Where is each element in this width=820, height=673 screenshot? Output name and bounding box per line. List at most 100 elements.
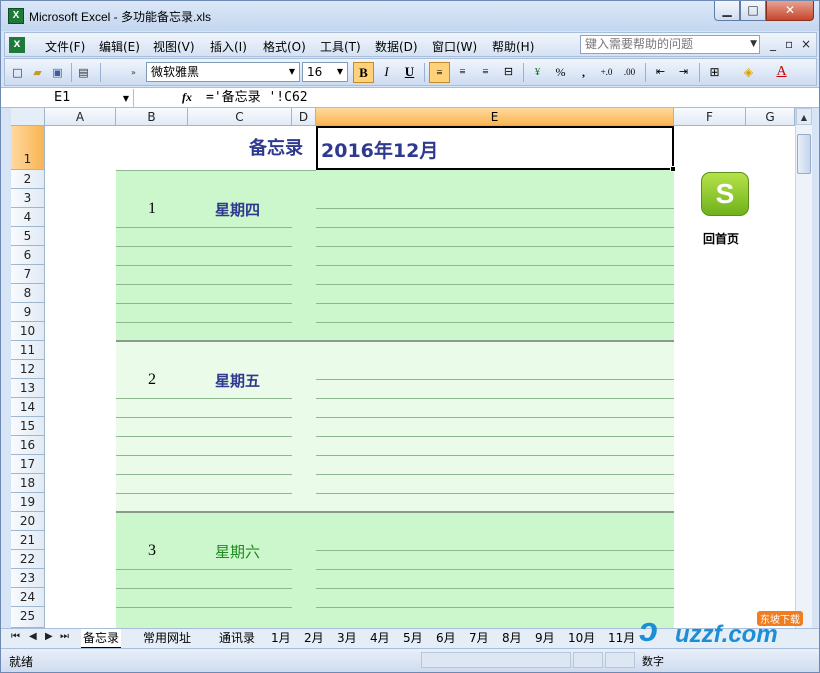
row-header-16[interactable]: 16 (11, 436, 45, 455)
row-header-20[interactable]: 20 (11, 512, 45, 531)
menu-data[interactable]: 数据(D) (375, 38, 418, 55)
menu-insert[interactable]: 插入(I) (210, 38, 247, 55)
toolbar-options-icon[interactable]: » (125, 64, 142, 81)
chevron-down-icon[interactable]: ▼ (286, 63, 298, 81)
row-header-17[interactable]: 17 (11, 455, 45, 474)
row-header-24[interactable]: 24 (11, 588, 45, 607)
align-left-icon[interactable]: ≡ (429, 62, 450, 83)
menu-edit[interactable]: 编辑(E) (99, 38, 140, 55)
day-number[interactable]: 1 (148, 200, 156, 218)
doc-close-button[interactable]: × (801, 37, 811, 51)
align-right-icon[interactable]: ≡ (475, 62, 496, 83)
menu-format[interactable]: 格式(O) (263, 38, 306, 55)
borders-icon[interactable]: ⊞ (704, 62, 725, 83)
row-header-13[interactable]: 13 (11, 379, 45, 398)
maximize-button[interactable]: □ (740, 1, 766, 21)
help-search-input[interactable]: 键入需要帮助的问题 ▼ (580, 35, 760, 54)
fill-color-icon[interactable]: ◈ (738, 62, 759, 83)
row-header-23[interactable]: 23 (11, 569, 45, 588)
sheet-tab-month[interactable]: 11月 (606, 629, 637, 648)
increase-indent-icon[interactable]: ⇥ (673, 62, 694, 83)
font-name-select[interactable]: 微软雅黑 ▼ (146, 62, 300, 82)
row-header-1[interactable]: 1 (11, 126, 45, 170)
weekday-label[interactable]: 星期四 (215, 199, 260, 220)
decrease-indent-icon[interactable]: ⇤ (650, 62, 671, 83)
menu-view[interactable]: 视图(V) (153, 38, 195, 55)
scroll-up-icon[interactable]: ▲ (796, 108, 812, 125)
font-color-icon[interactable]: A (771, 62, 792, 83)
row-header-18[interactable]: 18 (11, 474, 45, 493)
name-box[interactable]: E1 ▼ (6, 89, 134, 107)
row-header-9[interactable]: 9 (11, 303, 45, 322)
menu-help[interactable]: 帮助(H) (492, 38, 534, 55)
comma-button[interactable]: , (573, 62, 594, 83)
row-header-11[interactable]: 11 (11, 341, 45, 360)
row-header-8[interactable]: 8 (11, 284, 45, 303)
row-header-21[interactable]: 21 (11, 531, 45, 550)
menu-tools[interactable]: 工具(T) (320, 38, 361, 55)
align-center-icon[interactable]: ≡ (452, 62, 473, 83)
fill-handle[interactable] (670, 166, 676, 172)
last-sheet-icon[interactable]: ⏭ (60, 631, 69, 642)
s-home-icon[interactable]: S (701, 172, 749, 216)
row-header-3[interactable]: 3 (11, 189, 45, 208)
document-icon[interactable]: X (9, 37, 25, 53)
doc-minimize-button[interactable]: _ (770, 37, 776, 51)
decrease-decimal-button[interactable]: .00 (619, 62, 640, 83)
select-all-corner[interactable] (11, 108, 45, 126)
row-header-7[interactable]: 7 (11, 265, 45, 284)
day-number[interactable]: 2 (148, 371, 156, 389)
bold-button[interactable]: B (353, 62, 374, 83)
menu-window[interactable]: 窗口(W) (432, 38, 477, 55)
row-header-22[interactable]: 22 (11, 550, 45, 569)
column-header-a[interactable]: A (45, 108, 116, 126)
percent-button[interactable]: % (550, 62, 571, 83)
scroll-thumb[interactable] (797, 134, 811, 174)
home-link[interactable]: 回首页 (703, 230, 739, 247)
weekday-label[interactable]: 星期六 (215, 541, 260, 562)
column-header-g[interactable]: G (746, 108, 795, 126)
sheet-tab-month[interactable]: 8月 (500, 629, 524, 648)
save-icon[interactable]: ▣ (49, 64, 66, 81)
underline-button[interactable]: U (399, 62, 420, 83)
row-header-14[interactable]: 14 (11, 398, 45, 417)
italic-button[interactable]: I (376, 62, 397, 83)
sheet-tab-month[interactable]: 2月 (302, 629, 326, 648)
chevron-down-icon[interactable]: ▼ (750, 36, 757, 53)
next-sheet-icon[interactable]: ▶ (45, 631, 53, 642)
sheet-tab-month[interactable]: 9月 (533, 629, 557, 648)
sheet-tab-urls[interactable]: 常用网址 (141, 629, 193, 648)
sheet-tab-month[interactable]: 4月 (368, 629, 392, 648)
first-sheet-icon[interactable]: ⏮ (11, 631, 20, 642)
sheet-tab-month[interactable]: 3月 (335, 629, 359, 648)
sheet-tab-month[interactable]: 5月 (401, 629, 425, 648)
row-header-12[interactable]: 12 (11, 360, 45, 379)
insert-function-icon[interactable]: fx (182, 90, 192, 105)
sheet-tab-month[interactable]: 6月 (434, 629, 458, 648)
prev-sheet-icon[interactable]: ◀ (29, 631, 37, 642)
sheet-tab-month[interactable]: 1月 (269, 629, 293, 648)
row-header-5[interactable]: 5 (11, 227, 45, 246)
close-button[interactable]: ✕ (766, 1, 814, 21)
minimize-button[interactable]: ▁ (714, 1, 740, 21)
column-header-b[interactable]: B (116, 108, 188, 126)
column-header-c[interactable]: C (188, 108, 292, 126)
month-title[interactable]: 2016年12月 (321, 136, 438, 163)
sheet-tab-contacts[interactable]: 通讯录 (217, 629, 257, 648)
column-header-e[interactable]: E (316, 108, 674, 126)
row-header-25[interactable]: 25 (11, 607, 45, 628)
sheet-tab-memo[interactable]: 备忘录 (81, 629, 122, 648)
sheet-tab-month[interactable]: 7月 (467, 629, 491, 648)
print-icon[interactable]: ▤ (75, 64, 92, 81)
row-header-10[interactable]: 10 (11, 322, 45, 341)
currency-icon[interactable]: ¥ (527, 62, 548, 83)
row-header-4[interactable]: 4 (11, 208, 45, 227)
doc-restore-button[interactable]: ▫ (785, 37, 793, 51)
column-header-d[interactable]: D (292, 108, 316, 126)
merge-center-icon[interactable]: ⊟ (498, 62, 519, 83)
memo-title[interactable]: 备忘录 (249, 134, 303, 160)
day-number[interactable]: 3 (148, 542, 156, 560)
worksheet-grid[interactable]: A B C D E F G 1 2 3 4 5 6 7 8 9 10 11 12… (11, 108, 795, 628)
row-header-19[interactable]: 19 (11, 493, 45, 512)
font-size-select[interactable]: 16 ▼ (302, 62, 348, 82)
